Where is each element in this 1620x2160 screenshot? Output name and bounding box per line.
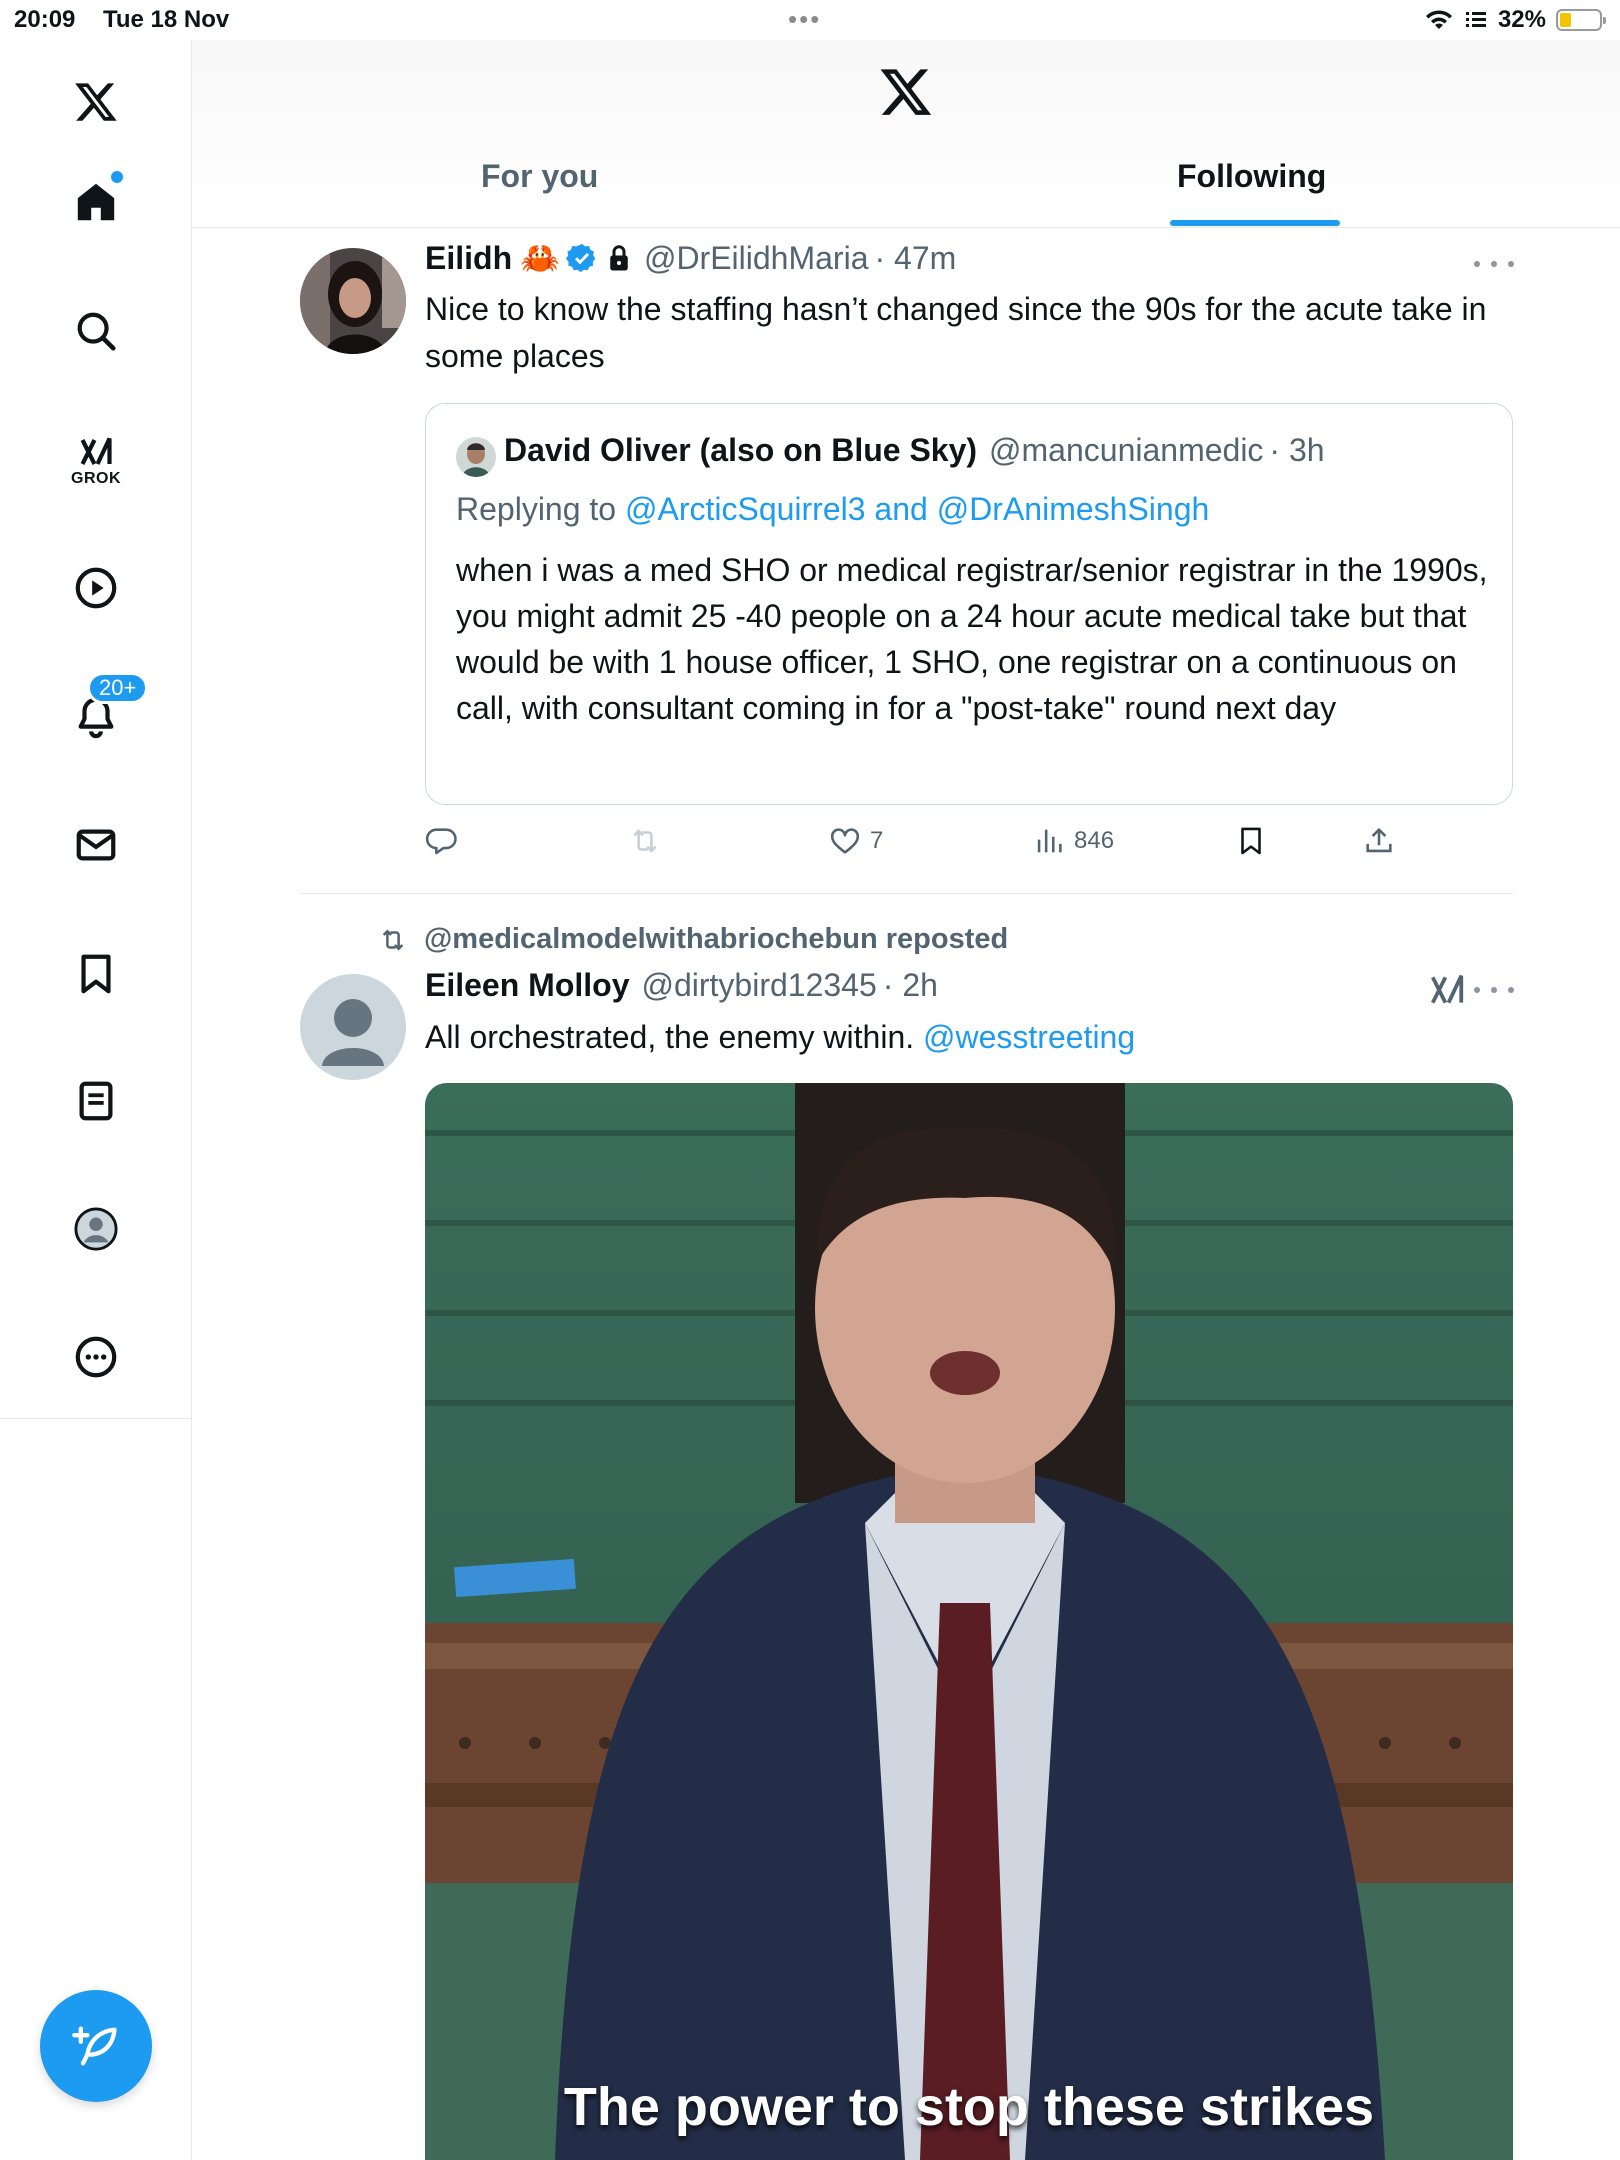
list-icon: [79, 1081, 113, 1121]
quote-avatar: [456, 437, 496, 477]
avatar[interactable]: [300, 974, 406, 1080]
x-logo-icon[interactable]: [878, 64, 934, 120]
repost-label[interactable]: @medicalmodelwithabriochebun reposted: [424, 923, 1008, 956]
wifi-icon: [1425, 10, 1452, 29]
display-name[interactable]: Eilidh: [425, 240, 512, 277]
sidebar-item-notifications[interactable]: 20+: [55, 672, 149, 758]
sidebar-item-videos[interactable]: [55, 547, 137, 629]
sidebar-border: [191, 1420, 192, 2160]
tab-for-you[interactable]: For you: [481, 158, 598, 195]
multitasking-dots-icon[interactable]: •••: [788, 6, 821, 32]
sidebar-item-grok[interactable]: GROK: [55, 420, 137, 502]
video-caption: The power to stop these strikes: [563, 2077, 1375, 2137]
tweet-more-icon[interactable]: [1474, 980, 1514, 1000]
heart-icon: [830, 828, 860, 854]
tweet-time[interactable]: · 47m: [874, 240, 956, 277]
tweet-header: Eilidh 🦀 @DrEilidhMaria · 47m: [425, 239, 956, 277]
tweet-time[interactable]: · 2h: [883, 967, 938, 1004]
sidebar-x-logo[interactable]: [55, 61, 137, 143]
display-name[interactable]: Eileen Molloy: [425, 967, 629, 1004]
views-button[interactable]: 846: [1032, 824, 1114, 858]
repost-icon: [633, 829, 657, 853]
grok-icon: [80, 437, 112, 465]
status-time: 20:09: [14, 6, 76, 33]
views-chart-icon: [1037, 829, 1062, 853]
quote-display-name: David Oliver (also on Blue Sky): [504, 432, 978, 468]
crab-emoji: 🦀: [520, 240, 560, 276]
like-button[interactable]: 7: [828, 824, 883, 858]
quoted-tweet[interactable]: David Oliver (also on Blue Sky) @mancuni…: [425, 403, 1513, 805]
tab-following[interactable]: Following: [1177, 158, 1326, 195]
bookmark-icon: [81, 954, 111, 994]
tweet-text: Nice to know the staffing hasn’t changed…: [425, 291, 1487, 374]
reply-icon: [425, 828, 457, 855]
tweet-text: All orchestrated, the enemy within. @wes…: [425, 1014, 1545, 1061]
sidebar: GROK 20+: [0, 40, 192, 1420]
play-icon: [75, 567, 117, 609]
bookmark-button[interactable]: [1234, 824, 1268, 858]
status-date: Tue 18 Nov: [103, 6, 230, 33]
sidebar-divider: [0, 1418, 192, 1419]
replying-users-link[interactable]: @ArcticSquirrel3 and @DrAnimeshSingh: [625, 491, 1209, 528]
quote-header: David Oliver (also on Blue Sky) @mancuni…: [504, 432, 1325, 469]
reply-button[interactable]: [425, 824, 459, 858]
mention-link[interactable]: @wesstreeting: [923, 1019, 1135, 1055]
repost-button[interactable]: [628, 824, 662, 858]
share-icon: [1366, 827, 1392, 853]
repost-icon: [382, 928, 404, 951]
sidebar-item-more[interactable]: [55, 1316, 137, 1398]
tweet-more-icon[interactable]: [1474, 254, 1514, 274]
like-count: 7: [870, 827, 884, 854]
share-button[interactable]: [1362, 824, 1396, 858]
grok-label: GROK: [71, 470, 121, 487]
tweet-video[interactable]: The power to stop these strikes: [425, 1083, 1513, 2160]
battery-percent: 32%: [1497, 6, 1546, 33]
user-handle[interactable]: @DrEilidhMaria: [644, 240, 869, 277]
compose-post-button[interactable]: [40, 1990, 152, 2102]
battery-icon: [1556, 9, 1606, 31]
active-tab-indicator: [1170, 220, 1340, 226]
search-icon: [77, 312, 116, 351]
verified-badge-icon: [565, 244, 596, 273]
sidebar-item-home[interactable]: [55, 161, 137, 243]
repost-indicator: @medicalmodelwithabriochebun reposted: [376, 923, 1008, 956]
sidebar-item-search[interactable]: [55, 290, 137, 372]
sidebar-item-messages[interactable]: [55, 804, 137, 886]
video-still: [425, 1083, 1513, 2160]
bookmark-icon: [1241, 827, 1261, 855]
sidebar-item-profile[interactable]: [55, 1188, 137, 1270]
quote-text: when i was a med SHO or medical registra…: [456, 552, 1488, 726]
replying-prefix: Replying to: [456, 491, 625, 527]
lock-icon: [610, 245, 628, 271]
notifications-badge: 20+: [87, 672, 149, 704]
sidebar-item-bookmarks[interactable]: [55, 933, 137, 1015]
avatar[interactable]: [300, 248, 406, 354]
orientation-lock-icon: [1465, 12, 1486, 27]
quote-handle: @mancunianmedic: [989, 432, 1264, 468]
status-right: 32%: [1424, 4, 1606, 36]
x-logo-icon: [75, 83, 117, 121]
compose-feather-icon: [72, 2026, 117, 2066]
tweet-header: Eileen Molloy @dirtybird12345 · 2h: [425, 967, 938, 1004]
more-circle-icon: [75, 1336, 117, 1378]
default-avatar-icon: [300, 974, 406, 1080]
quote-replying-to: Replying to @ArcticSquirrel3 and @DrAnim…: [456, 491, 1209, 528]
tweet-divider: [300, 893, 1513, 894]
user-handle[interactable]: @dirtybird12345: [641, 967, 876, 1004]
timeline-header: For you Following: [192, 40, 1620, 228]
quote-time: · 3h: [1269, 432, 1325, 468]
tweet-text-main: All orchestrated, the enemy within.: [425, 1019, 924, 1055]
sidebar-item-lists[interactable]: [55, 1060, 137, 1142]
profile-avatar-icon: [74, 1207, 118, 1251]
mail-icon: [76, 829, 116, 861]
avatar-photo: [300, 248, 406, 354]
grok-icon[interactable]: [1428, 971, 1466, 1009]
home-notification-dot: [111, 171, 123, 183]
status-bar: 20:09 Tue 18 Nov ••• 32%: [0, 0, 1620, 40]
home-icon: [77, 183, 115, 221]
views-count: 846: [1074, 827, 1115, 854]
